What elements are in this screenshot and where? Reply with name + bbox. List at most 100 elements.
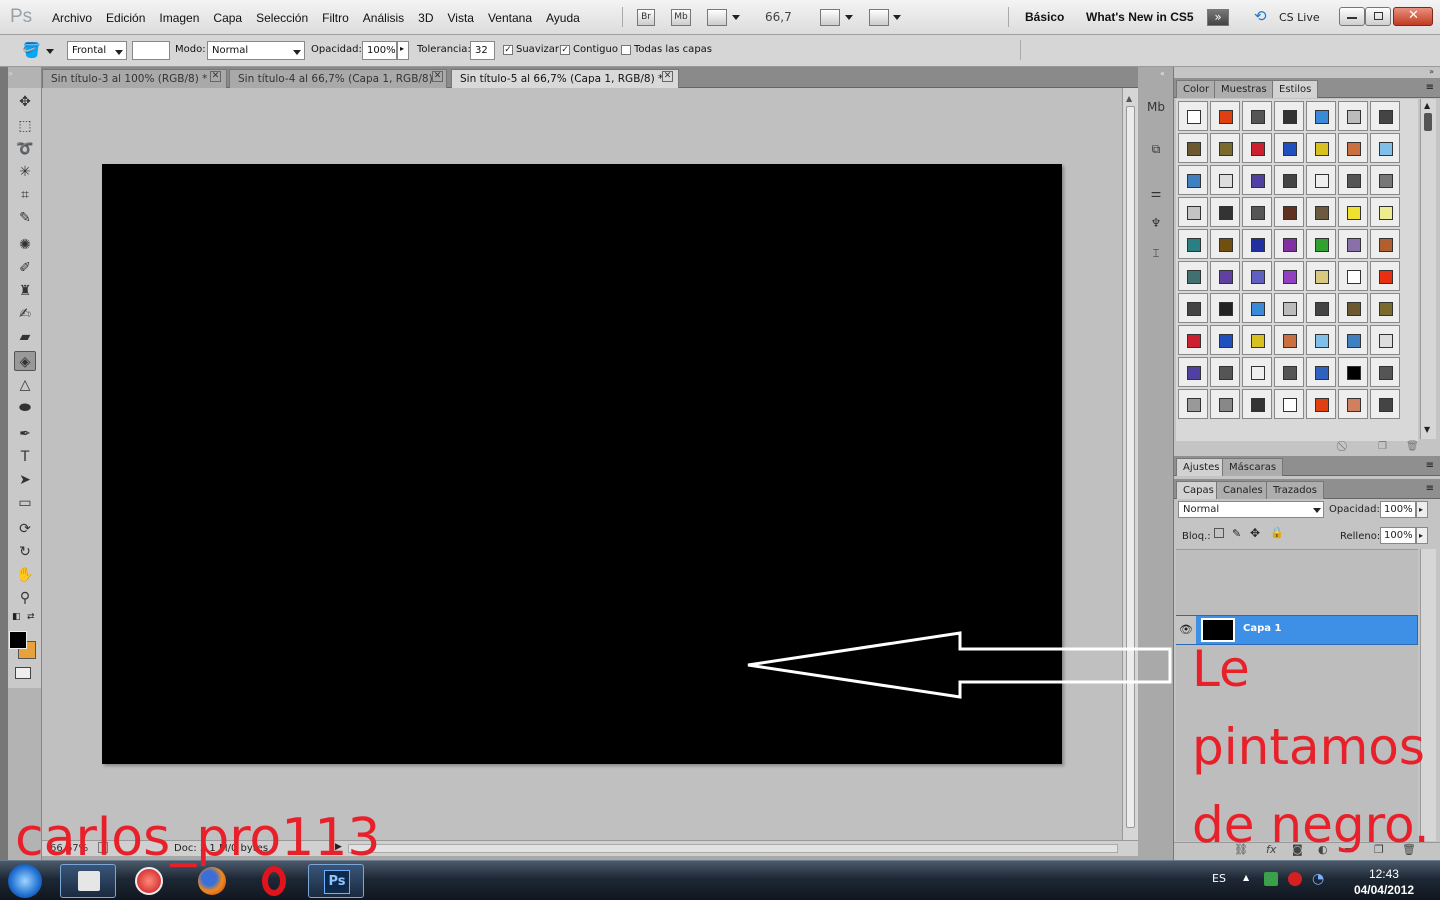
style-swatch[interactable] [1210,325,1240,355]
close-icon[interactable]: ✕ [210,71,221,82]
zoom-tool-icon[interactable]: ⚲ [14,588,36,608]
horizontal-scrollbar[interactable] [348,844,1118,853]
menu-item[interactable]: Análisis [356,11,411,25]
menu-item[interactable]: Edición [99,11,152,25]
tab-swatches[interactable]: Muestras [1214,80,1274,98]
security-tray-icon[interactable] [1288,872,1302,886]
arrange-documents-button[interactable] [820,9,840,26]
style-swatch[interactable] [1338,165,1368,195]
style-swatch[interactable] [1242,101,1272,131]
style-swatch[interactable] [1338,293,1368,323]
minibridge-button[interactable]: Mb [671,9,691,26]
tab-document-4[interactable]: Sin título-4 al 66,7% (Capa 1, RGB/8) [229,69,447,88]
photoshop-taskbar-button[interactable]: Ps [308,864,364,898]
chevron-down-icon[interactable] [293,50,301,55]
crop-tool-icon[interactable]: ⌗ [14,185,36,205]
style-swatch[interactable] [1274,229,1304,259]
paint-bucket-tool-icon[interactable]: ◈ [14,351,36,371]
styles-scrollbar[interactable]: ▲ ▼ [1420,99,1436,439]
style-swatch[interactable] [1370,165,1400,195]
close-icon[interactable]: ✕ [662,71,673,82]
collapse-arrows-icon[interactable]: « [1160,69,1165,78]
style-swatch[interactable] [1178,293,1208,323]
tab-masks[interactable]: Máscaras [1222,458,1284,476]
style-swatch[interactable] [1370,293,1400,323]
start-button[interactable] [8,864,42,898]
style-swatch[interactable] [1210,261,1240,291]
cslive-menu[interactable]: CS Live [1279,11,1320,24]
zoom-level[interactable]: 66,7 [765,10,792,24]
menu-item[interactable]: 3D [411,11,440,25]
show-hidden-icons[interactable]: ▲ [1243,873,1249,882]
default-colors-icon[interactable]: ◧ [12,612,21,622]
menu-item[interactable]: Selección [249,11,315,25]
scroll-down-icon[interactable]: ▼ [1424,425,1430,434]
style-swatch[interactable] [1370,229,1400,259]
view-extras-button[interactable] [707,9,727,26]
style-swatch[interactable] [1274,325,1304,355]
style-swatch[interactable] [1338,325,1368,355]
chevron-down-icon[interactable] [1313,508,1321,513]
close-icon[interactable]: ✕ [432,71,443,82]
fill-input[interactable]: 100% [1380,527,1416,544]
style-swatch[interactable] [1210,389,1240,419]
style-swatch[interactable] [1242,325,1272,355]
chevron-down-icon[interactable] [893,15,901,20]
style-swatch[interactable] [1210,357,1240,387]
maximize-button[interactable] [1365,7,1391,26]
quick-mask-icon[interactable] [15,667,31,679]
style-swatch[interactable] [1370,133,1400,163]
style-swatch[interactable] [1274,165,1304,195]
lock-pixels-icon[interactable]: ✎ [1232,527,1241,540]
menu-item[interactable]: Filtro [315,11,356,25]
style-swatch[interactable] [1306,261,1336,291]
tab-color[interactable]: Color [1176,80,1217,98]
style-swatch[interactable] [1338,357,1368,387]
chevron-down-icon[interactable] [115,50,123,55]
style-swatch[interactable] [1274,293,1304,323]
new-style-icon[interactable]: ❐ [1378,441,1387,452]
contiguous-checkbox[interactable]: ✓ [560,45,570,55]
blur-tool-icon[interactable]: △ [14,375,36,395]
style-swatch[interactable] [1306,229,1336,259]
explorer-taskbar-button[interactable] [60,864,116,898]
style-swatch[interactable] [1370,325,1400,355]
style-swatch[interactable] [1306,325,1336,355]
collapse-arrows-icon[interactable]: » [8,69,13,78]
scroll-up-icon[interactable]: ▲ [1424,101,1430,110]
style-swatch[interactable] [1338,197,1368,227]
lock-all-icon[interactable]: 🔒 [1270,526,1284,539]
opacity-input[interactable]: 100% [362,41,397,60]
dodge-tool-icon[interactable]: ⬬ [14,398,36,418]
swap-colors-icon[interactable]: ⇄ [27,612,35,622]
style-swatch[interactable] [1178,165,1208,195]
panel-menu-icon[interactable]: ≡ [1426,82,1434,93]
style-swatch[interactable] [1306,165,1336,195]
style-swatch[interactable] [1306,357,1336,387]
firefox-taskbar-button[interactable] [184,864,240,898]
style-swatch[interactable] [1178,357,1208,387]
style-swatch[interactable] [1210,229,1240,259]
clone-stamp-tool-icon[interactable]: ♜ [14,281,36,301]
quick-selection-tool-icon[interactable]: ✳ [14,162,36,182]
eyedropper-tool-icon[interactable]: ✎ [14,208,36,228]
scroll-thumb[interactable] [1424,113,1432,131]
hand-tool-icon[interactable]: ✋ [14,565,36,585]
more-workspaces-button[interactable]: » [1207,9,1229,26]
style-swatch[interactable] [1178,101,1208,131]
all-layers-checkbox[interactable] [621,45,631,55]
style-swatch[interactable] [1338,261,1368,291]
opera-taskbar-button[interactable] [246,864,302,898]
style-swatch[interactable] [1306,101,1336,131]
network-tray-icon[interactable] [1264,872,1278,886]
marquee-tool-icon[interactable]: ⬚ [14,116,36,136]
style-swatch[interactable] [1242,357,1272,387]
path-selection-tool-icon[interactable]: ➤ [14,470,36,490]
style-swatch[interactable] [1274,197,1304,227]
style-swatch[interactable] [1338,229,1368,259]
style-swatch[interactable] [1242,293,1272,323]
style-swatch[interactable] [1338,389,1368,419]
screen-mode-button[interactable] [869,9,889,26]
style-swatch[interactable] [1306,389,1336,419]
close-button[interactable]: ✕ [1393,7,1433,26]
